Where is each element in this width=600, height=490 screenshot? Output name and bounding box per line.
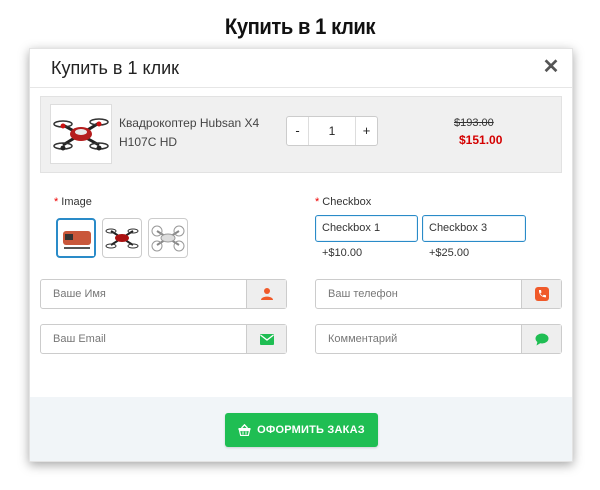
place-order-label: ОФОРМИТЬ ЗАКАЗ	[257, 424, 365, 436]
drone-black-thumb-icon	[105, 221, 139, 255]
speech-bubble-icon	[535, 333, 548, 345]
quantity-value[interactable]: 1	[309, 124, 355, 138]
required-mark: *	[315, 196, 320, 208]
phone-field	[315, 279, 562, 309]
page: Купить в 1 клик Купить в 1 клик ✕ Квадро…	[0, 0, 600, 490]
comment-addon	[521, 325, 561, 353]
product-summary: Квадрокоптер Hubsan X4 H107C HD - 1 + $1…	[40, 96, 562, 173]
email-field	[40, 324, 287, 354]
image-option-1[interactable]	[56, 218, 96, 258]
image-option-label: * Image	[54, 196, 92, 208]
image-option-2[interactable]	[102, 218, 142, 258]
phone-addon	[521, 280, 561, 308]
product-thumbnail	[50, 104, 112, 164]
image-option-3[interactable]	[148, 218, 188, 258]
quantity-stepper: - 1 +	[286, 116, 378, 146]
drone-red-thumb-icon	[60, 222, 94, 256]
old-price: $193.00	[454, 117, 494, 129]
basket-icon	[238, 424, 251, 436]
checkbox-option-label: * Checkbox	[315, 196, 371, 208]
quantity-increase-button[interactable]: +	[355, 117, 377, 145]
product-name[interactable]: Квадрокоптер Hubsan X4 H107C HD	[119, 114, 279, 152]
email-addon	[246, 325, 286, 353]
comment-field	[315, 324, 562, 354]
envelope-icon	[259, 333, 274, 345]
drone-image	[51, 105, 111, 163]
phone-input[interactable]	[316, 280, 521, 308]
checkbox-option-3[interactable]: Checkbox 3 +$25.00	[422, 215, 526, 259]
new-price: $151.00	[459, 133, 503, 147]
user-icon	[260, 288, 273, 300]
modal-title: Купить в 1 клик	[51, 58, 179, 78]
image-label-text: Image	[61, 196, 92, 208]
required-mark: *	[54, 196, 59, 208]
phone-icon	[534, 287, 549, 301]
name-field	[40, 279, 287, 309]
quantity-decrease-button[interactable]: -	[287, 117, 309, 145]
name-input[interactable]	[41, 280, 246, 308]
comment-input[interactable]	[316, 325, 521, 353]
title-divider	[30, 87, 572, 88]
checkbox-option-1[interactable]: Checkbox 1 +$10.00	[315, 215, 418, 259]
place-order-button[interactable]: ОФОРМИТЬ ЗАКАЗ	[225, 413, 378, 447]
modal-footer: ОФОРМИТЬ ЗАКАЗ	[30, 397, 572, 461]
close-button[interactable]: ✕	[542, 56, 560, 78]
quick-buy-modal: Купить в 1 клик ✕ Квадрокоптер Hubsan X4…	[29, 48, 573, 462]
checkbox-label-text: Checkbox	[322, 196, 372, 208]
close-icon: ✕	[542, 56, 560, 78]
drone-white-thumb-icon	[151, 221, 185, 255]
email-input[interactable]	[41, 325, 246, 353]
name-addon	[246, 280, 286, 308]
page-heading: Купить в 1 клик	[224, 14, 376, 39]
